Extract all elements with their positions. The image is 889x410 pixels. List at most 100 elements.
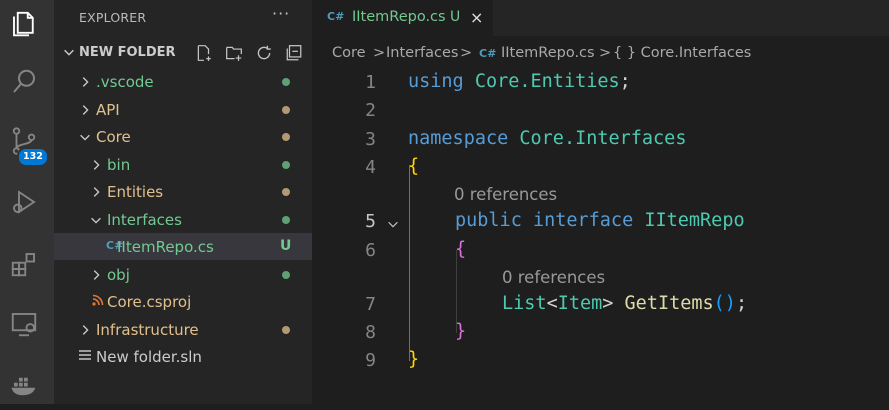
close-icon[interactable]: × <box>470 8 483 27</box>
tree-item-label: Interfaces <box>107 210 182 229</box>
remote-explorer-activity[interactable] <box>0 302 48 350</box>
source-control-badge: 132 <box>17 147 49 167</box>
run-debug-icon <box>9 187 39 221</box>
tree-item-label: Core <box>96 128 131 146</box>
collapse-all-icon[interactable] <box>283 43 305 63</box>
docker-icon <box>9 369 39 403</box>
chevron-right-icon <box>89 157 103 176</box>
codelens-references[interactable]: 0 references <box>502 268 605 287</box>
chevron-right-icon: > <box>599 45 612 61</box>
git-decoration-dot <box>282 270 290 279</box>
tree-item-label: Core.csproj <box>107 293 192 311</box>
code-line-3: namespace Core.Interfaces <box>408 128 686 149</box>
token-punct: > <box>602 293 625 314</box>
line-number: 4 <box>365 157 376 178</box>
workspace-folder-header[interactable]: NEW FOLDER <box>54 40 312 66</box>
search-icon <box>9 67 39 101</box>
breadcrumb-item-namespace[interactable]: { } Core.Interfaces <box>613 45 751 61</box>
more-actions-icon[interactable]: ··· <box>272 4 290 23</box>
chevron-right-icon: > <box>460 45 473 61</box>
git-decoration-dot <box>282 133 290 141</box>
token-type-name: IItemRepo <box>644 210 745 231</box>
chevron-right-icon <box>89 184 103 203</box>
line-number-active: 5 <box>365 211 376 232</box>
tree-item-label: Infrastructure <box>96 320 199 339</box>
tree-item-label: .vscode <box>96 73 154 91</box>
tree-item-infrastructure[interactable]: Infrastructure <box>54 316 312 343</box>
fold-chevron-icon[interactable] <box>386 215 400 236</box>
tree-item-label: IItemRepo.cs <box>117 238 214 256</box>
remote-explorer-icon <box>9 309 39 343</box>
line-number: 7 <box>365 294 376 315</box>
tree-item-bin[interactable]: bin <box>54 151 312 178</box>
token-brace: } <box>408 349 420 370</box>
code-line-7: List<Item> GetItems(); <box>502 293 747 314</box>
explorer-sidebar: EXPLORER ··· NEW FOLDER .vscode API Core bi… <box>54 0 312 404</box>
tree-item-label: bin <box>107 155 131 174</box>
chevron-right-icon <box>78 74 92 93</box>
new-folder-icon[interactable] <box>223 43 245 63</box>
breadcrumb: Core > Interfaces > C# IItemRepo.cs > { … <box>312 36 889 70</box>
codelens-references[interactable]: 0 references <box>454 185 557 204</box>
csharp-file-icon: C# <box>479 47 497 60</box>
git-decoration-dot <box>282 105 290 114</box>
chevron-down-icon <box>62 44 76 63</box>
tree-item-api[interactable]: API <box>54 96 312 123</box>
token-type: List <box>502 293 547 314</box>
run-debug-activity[interactable] <box>0 180 48 228</box>
code-line-9: } <box>408 349 419 370</box>
token-keyword: using <box>408 71 464 92</box>
token-brace: { <box>408 156 420 177</box>
code-line-8: } <box>455 321 466 342</box>
token-punct: ; <box>619 71 631 92</box>
docker-activity[interactable] <box>0 362 48 410</box>
code-editor[interactable]: 1 2 3 4 5 6 7 8 9 using Core.Entities; n… <box>312 70 889 404</box>
tree-item-iitemrepo-cs[interactable]: C# IItemRepo.cs U <box>54 233 312 260</box>
tab-iitemrepo[interactable]: C# IItemRepo.cs U × <box>312 0 493 36</box>
chevron-right-icon <box>89 267 103 286</box>
git-decoration-dot <box>282 325 290 334</box>
git-decoration-dot <box>282 215 290 224</box>
line-number: 6 <box>365 240 376 261</box>
refresh-icon[interactable] <box>253 43 275 63</box>
chevron-down-icon <box>78 129 92 148</box>
breadcrumb-item-interfaces[interactable]: Interfaces <box>386 45 458 61</box>
line-number: 9 <box>365 350 376 371</box>
line-number: 1 <box>365 72 376 93</box>
token-method: GetItems <box>624 293 714 314</box>
tree-item-core-csproj[interactable]: Core.csproj <box>54 288 312 315</box>
line-number: 8 <box>365 322 376 343</box>
csharp-file-icon: C# <box>327 10 345 23</box>
breadcrumb-item-core[interactable]: Core <box>332 45 366 61</box>
tree-item-core[interactable]: Core <box>54 123 312 150</box>
tree-item-obj[interactable]: obj <box>54 261 312 288</box>
git-status-badge: U <box>280 238 292 254</box>
tree-item-entities[interactable]: Entities <box>54 178 312 205</box>
token-keyword: public <box>455 210 522 231</box>
tree-item-interfaces[interactable]: Interfaces <box>54 206 312 233</box>
breadcrumb-item-file[interactable]: IItemRepo.cs <box>501 45 595 61</box>
chevron-right-icon: > <box>373 45 386 61</box>
tab-title: IItemRepo.cs <box>352 9 446 25</box>
explorer-title: EXPLORER <box>79 10 147 25</box>
tree-item-new-folder-sln[interactable]: New folder.sln <box>54 343 312 370</box>
tab-git-status: U <box>450 9 461 25</box>
token-paren: ( <box>713 293 725 314</box>
lines-file-icon <box>78 349 92 364</box>
token-brace: { <box>455 239 467 260</box>
chevron-right-icon <box>78 102 92 121</box>
explorer-activity[interactable] <box>0 2 48 50</box>
extensions-icon <box>9 249 39 283</box>
code-line-5: public interface IItemRepo <box>455 210 745 231</box>
token-punct: < <box>546 293 558 314</box>
extensions-activity[interactable] <box>0 242 48 290</box>
tree-item-vscode[interactable]: .vscode <box>54 68 312 95</box>
new-file-icon[interactable] <box>193 43 215 63</box>
code-line-6: { <box>455 239 466 260</box>
search-activity[interactable] <box>0 60 48 108</box>
editor-tab-bar: C# IItemRepo.cs U × <box>312 0 889 36</box>
git-decoration-dot <box>282 188 290 196</box>
